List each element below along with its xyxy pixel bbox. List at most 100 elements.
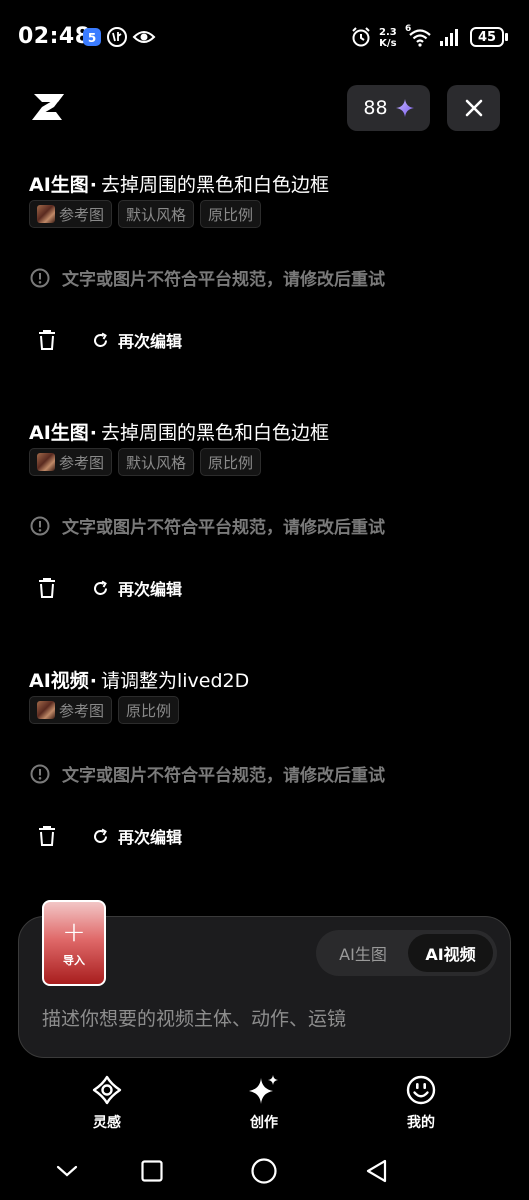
status-bar: 02:48 5 2.3 K/s 6 45 — [0, 0, 529, 78]
chip-label: 参考图 — [59, 453, 105, 472]
edit-again-button[interactable]: 再次编辑 — [92, 576, 182, 600]
inspiration-icon — [92, 1075, 122, 1105]
task-title-separator: · — [89, 670, 97, 692]
task-actions: 再次编辑 — [36, 576, 182, 600]
system-home-button[interactable] — [249, 1156, 279, 1186]
chip-label: 默认风格 — [126, 453, 187, 472]
wifi-icon — [409, 29, 431, 47]
chip-ratio: 原比例 — [118, 696, 180, 724]
chip-label: 原比例 — [208, 453, 254, 472]
network-speed-unit: K/s — [379, 38, 397, 49]
reference-thumbnail — [37, 701, 55, 719]
battery-cap — [505, 33, 508, 41]
alarm-icon — [352, 27, 370, 47]
chip-ratio: 原比例 — [200, 200, 262, 228]
task-title: AI生图· 去掉周围的黑色和白色边框 — [29, 418, 329, 445]
edit-again-button[interactable]: 再次编辑 — [92, 824, 182, 848]
task-prompt: 去掉周围的黑色和白色边框 — [101, 422, 330, 444]
sparkle-icon — [249, 1075, 278, 1104]
sparkle-icon — [395, 99, 414, 117]
task-title-separator: · — [89, 422, 97, 444]
delete-button[interactable] — [36, 576, 58, 600]
alert-icon — [30, 268, 50, 287]
edit-again-button[interactable]: 再次编辑 — [92, 328, 182, 352]
import-label: 导入 — [63, 954, 85, 967]
error-message: 文字或图片不符合平台规范，请修改后重试 — [30, 265, 385, 290]
chip-label: 参考图 — [59, 205, 105, 224]
network-speed: 2.3 K/s — [379, 27, 397, 49]
chip-label: 原比例 — [208, 205, 254, 224]
trash-icon — [39, 826, 55, 846]
z-logo-icon[interactable] — [28, 90, 68, 124]
tab-ai-video[interactable]: AI视频 — [408, 934, 493, 972]
nav-label: 创作 — [250, 1115, 278, 1131]
task-chips: 参考图 默认风格 原比例 — [29, 448, 262, 476]
edit-again-label: 再次编辑 — [118, 828, 183, 847]
error-message: 文字或图片不符合平台规范，请修改后重试 — [30, 761, 385, 786]
credits-count: 88 — [363, 97, 388, 119]
chip-ratio: 原比例 — [200, 448, 262, 476]
error-text: 文字或图片不符合平台规范，请修改后重试 — [62, 518, 385, 538]
system-back-button[interactable] — [362, 1156, 392, 1186]
system-collapse-button[interactable] — [52, 1156, 82, 1186]
alert-icon — [30, 516, 50, 535]
trash-icon — [39, 578, 55, 598]
error-text: 文字或图片不符合平台规范，请修改后重试 — [62, 270, 385, 290]
nav-create[interactable]: 创作 — [224, 1074, 304, 1132]
edit-again-label: 再次编辑 — [118, 580, 183, 599]
delete-button[interactable] — [36, 328, 58, 352]
chip-reference-image: 参考图 — [29, 200, 113, 228]
app-screen: 02:48 5 2.3 K/s 6 45 88 AI生图· 去掉周围的黑色和白色… — [0, 0, 529, 1200]
task-type: AI生图 — [29, 422, 89, 444]
credits-button[interactable]: 88 — [347, 85, 430, 131]
system-recents-button[interactable] — [137, 1156, 167, 1186]
profile-face-icon — [406, 1075, 436, 1105]
chevron-down-icon — [56, 1165, 78, 1177]
chip-style: 默认风格 — [118, 448, 195, 476]
network-speed-value: 2.3 — [379, 27, 397, 38]
task-actions: 再次编辑 — [36, 824, 182, 848]
trash-icon — [39, 330, 55, 350]
task-type: AI生图 — [29, 174, 89, 196]
circle-icon — [251, 1158, 277, 1184]
delete-button[interactable] — [36, 824, 58, 848]
nav-mine[interactable]: 我的 — [381, 1074, 461, 1132]
app-notification-icon: 5 — [83, 28, 101, 46]
task-card: AI生图· 去掉周围的黑色和白色边框 参考图 默认风格 原比例 文字或图片不符合平… — [0, 170, 529, 370]
nav-inspiration[interactable]: 灵感 — [67, 1074, 147, 1132]
chip-reference-image: 参考图 — [29, 448, 113, 476]
chip-label: 参考图 — [59, 701, 105, 720]
battery-level: 45 — [477, 29, 497, 45]
chip-reference-image: 参考图 — [29, 696, 113, 724]
nav-label: 我的 — [407, 1115, 435, 1131]
reference-thumbnail — [37, 453, 55, 471]
close-button[interactable] — [447, 85, 500, 131]
refresh-icon — [94, 828, 107, 843]
prompt-input[interactable]: 描述你想要的视频主体、动作、运镜 — [42, 1004, 472, 1031]
back-triangle-icon — [366, 1159, 387, 1183]
svg-text:5: 5 — [88, 31, 96, 45]
task-type: AI视频 — [29, 670, 89, 692]
task-prompt: 去掉周围的黑色和白色边框 — [101, 174, 330, 196]
error-message: 文字或图片不符合平台规范，请修改后重试 — [30, 513, 385, 538]
close-icon — [465, 99, 482, 117]
task-title-separator: · — [89, 174, 97, 196]
import-button[interactable]: + 导入 — [42, 900, 106, 986]
plus-icon: + — [62, 915, 86, 948]
task-title: AI生图· 去掉周围的黑色和白色边框 — [29, 170, 329, 197]
refresh-icon — [94, 580, 107, 595]
task-chips: 参考图 原比例 — [29, 696, 180, 724]
square-icon — [141, 1160, 163, 1182]
mode-switch: AI生图 AI视频 — [316, 930, 497, 976]
eye-icon — [132, 31, 156, 43]
status-time: 02:48 — [18, 24, 91, 49]
task-chips: 参考图 默认风格 原比例 — [29, 200, 262, 228]
signal-icon — [440, 29, 458, 46]
refresh-icon — [94, 332, 107, 347]
task-prompt: 请调整为lived2D — [101, 670, 250, 692]
chip-label: 原比例 — [126, 701, 172, 720]
tab-ai-image[interactable]: AI生图 — [320, 934, 406, 972]
edit-again-label: 再次编辑 — [118, 332, 183, 351]
reference-thumbnail — [37, 205, 55, 223]
chip-style: 默认风格 — [118, 200, 195, 228]
